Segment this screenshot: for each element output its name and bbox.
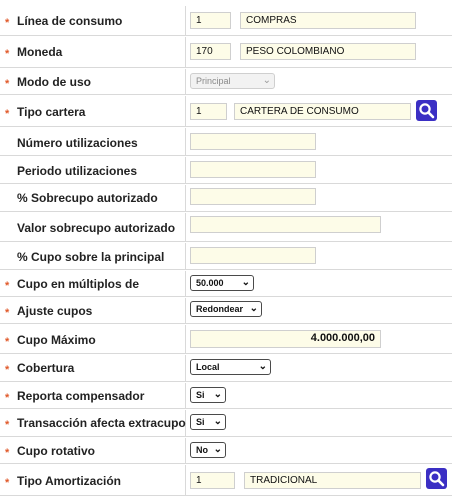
cupo-multiplos-select[interactable]: 50.000 ⌄ [190, 275, 254, 291]
label-ajuste-cupos: Ajuste cupos [17, 304, 93, 318]
row-numero-utilizaciones: Número utilizaciones [0, 128, 452, 156]
tipo-cartera-desc-field: CARTERA DE CONSUMO [234, 103, 411, 120]
reporta-compensador-select[interactable]: Si ⌄ [190, 387, 226, 403]
cupo-rotativo-selected: No [196, 445, 208, 455]
row-cupo-principal-pct: % Cupo sobre la principal [0, 243, 452, 270]
ajuste-cupos-selected: Redondear [196, 304, 244, 314]
moneda-code-input[interactable]: 170 [190, 43, 231, 60]
chevron-down-icon: ⌄ [249, 303, 258, 314]
numero-utilizaciones-input[interactable] [190, 133, 316, 150]
row-linea-consumo: * Línea de consumo 1 COMPRAS [0, 6, 452, 36]
periodo-utilizaciones-input[interactable] [190, 161, 316, 178]
label-cobertura: Cobertura [17, 361, 75, 375]
cupo-multiplos-selected: 50.000 [196, 278, 224, 288]
linea-consumo-desc-field: COMPRAS [240, 12, 416, 29]
row-valor-sobrecupo: Valor sobrecupo autorizado [0, 213, 452, 242]
label-tipo-amortizacion: Tipo Amortización [17, 474, 122, 488]
cupo-principal-pct-input[interactable] [190, 247, 316, 264]
chevron-down-icon: ⌄ [213, 389, 222, 400]
label-numero-utilizaciones: Número utilizaciones [17, 136, 138, 150]
row-moneda: * Moneda 170 PESO COLOMBIANO [0, 37, 452, 68]
cupo-maximo-input[interactable]: 4.000.000,00 [190, 330, 381, 348]
required-marker: * [5, 447, 10, 459]
label-cupo-rotativo: Cupo rotativo [17, 444, 95, 458]
label-cupo-principal-pct: % Cupo sobre la principal [17, 250, 165, 264]
required-marker: * [5, 108, 10, 120]
label-tipo-cartera: Tipo cartera [17, 105, 86, 119]
tipo-amortizacion-desc-field: TRADICIONAL [244, 472, 421, 489]
required-marker: * [5, 392, 10, 404]
row-cupo-maximo: * Cupo Máximo 4.000.000,00 [0, 325, 452, 354]
search-icon [419, 103, 435, 119]
linea-consumo-code-input[interactable]: 1 [190, 12, 231, 29]
chevron-down-icon: ⌄ [262, 75, 271, 86]
row-cupo-multiplos: * Cupo en múltiplos de 50.000 ⌄ [0, 271, 452, 297]
transaccion-extracupo-select[interactable]: Si ⌄ [190, 414, 226, 430]
sobrecupo-pct-input[interactable] [190, 188, 316, 205]
required-marker: * [5, 336, 10, 348]
row-transaccion-extracupo: * Transacción afecta extracupo Si ⌄ [0, 410, 452, 437]
cupo-rotativo-select[interactable]: No ⌄ [190, 442, 226, 458]
required-marker: * [5, 307, 10, 319]
reporta-compensador-selected: Si [196, 390, 205, 400]
label-moneda: Moneda [17, 45, 63, 59]
row-cobertura: * Cobertura Local ⌄ [0, 355, 452, 382]
row-tipo-amortizacion: * Tipo Amortización 1 TRADICIONAL [0, 465, 452, 496]
label-periodo-utilizaciones: Periodo utilizaciones [17, 164, 138, 178]
cobertura-select[interactable]: Local ⌄ [190, 359, 271, 375]
required-marker: * [5, 48, 10, 60]
chevron-down-icon: ⌄ [213, 416, 222, 427]
cobertura-selected: Local [196, 362, 220, 372]
row-sobrecupo-pct: % Sobrecupo autorizado [0, 185, 452, 212]
row-modo-uso: * Modo de uso Principal ⌄ [0, 69, 452, 95]
transaccion-extracupo-selected: Si [196, 417, 205, 427]
label-cupo-multiplos: Cupo en múltiplos de [17, 277, 139, 291]
chevron-down-icon: ⌄ [241, 277, 250, 288]
row-reporta-compensador: * Reporta compensador Si ⌄ [0, 383, 452, 409]
label-linea-consumo: Línea de consumo [17, 14, 123, 28]
label-transaccion-extracupo: Transacción afecta extracupo [17, 416, 186, 430]
row-ajuste-cupos: * Ajuste cupos Redondear ⌄ [0, 298, 452, 324]
label-cupo-maximo: Cupo Máximo [17, 333, 96, 347]
chevron-down-icon: ⌄ [258, 361, 267, 372]
label-modo-uso: Modo de uso [17, 75, 91, 89]
valor-sobrecupo-input[interactable] [190, 216, 381, 233]
ajuste-cupos-select[interactable]: Redondear ⌄ [190, 301, 262, 317]
row-cupo-rotativo: * Cupo rotativo No ⌄ [0, 438, 452, 464]
required-marker: * [5, 477, 10, 489]
label-reporta-compensador: Reporta compensador [17, 389, 145, 403]
tipo-cartera-search-button[interactable] [416, 100, 437, 121]
search-icon [429, 471, 445, 487]
row-tipo-cartera: * Tipo cartera 1 CARTERA DE CONSUMO [0, 96, 452, 127]
tipo-amortizacion-code-input[interactable]: 1 [190, 472, 235, 489]
label-valor-sobrecupo: Valor sobrecupo autorizado [17, 221, 176, 235]
modo-uso-select[interactable]: Principal ⌄ [190, 73, 275, 89]
required-marker: * [5, 280, 10, 292]
required-marker: * [5, 17, 10, 29]
chevron-down-icon: ⌄ [213, 444, 222, 455]
label-sobrecupo-pct: % Sobrecupo autorizado [17, 191, 158, 205]
row-periodo-utilizaciones: Periodo utilizaciones [0, 157, 452, 184]
required-marker: * [5, 78, 10, 90]
tipo-cartera-code-input[interactable]: 1 [190, 103, 227, 120]
moneda-desc-field: PESO COLOMBIANO [240, 43, 416, 60]
modo-uso-selected: Principal [196, 76, 231, 86]
required-marker: * [5, 419, 10, 431]
tipo-amortizacion-search-button[interactable] [426, 468, 447, 489]
required-marker: * [5, 364, 10, 376]
